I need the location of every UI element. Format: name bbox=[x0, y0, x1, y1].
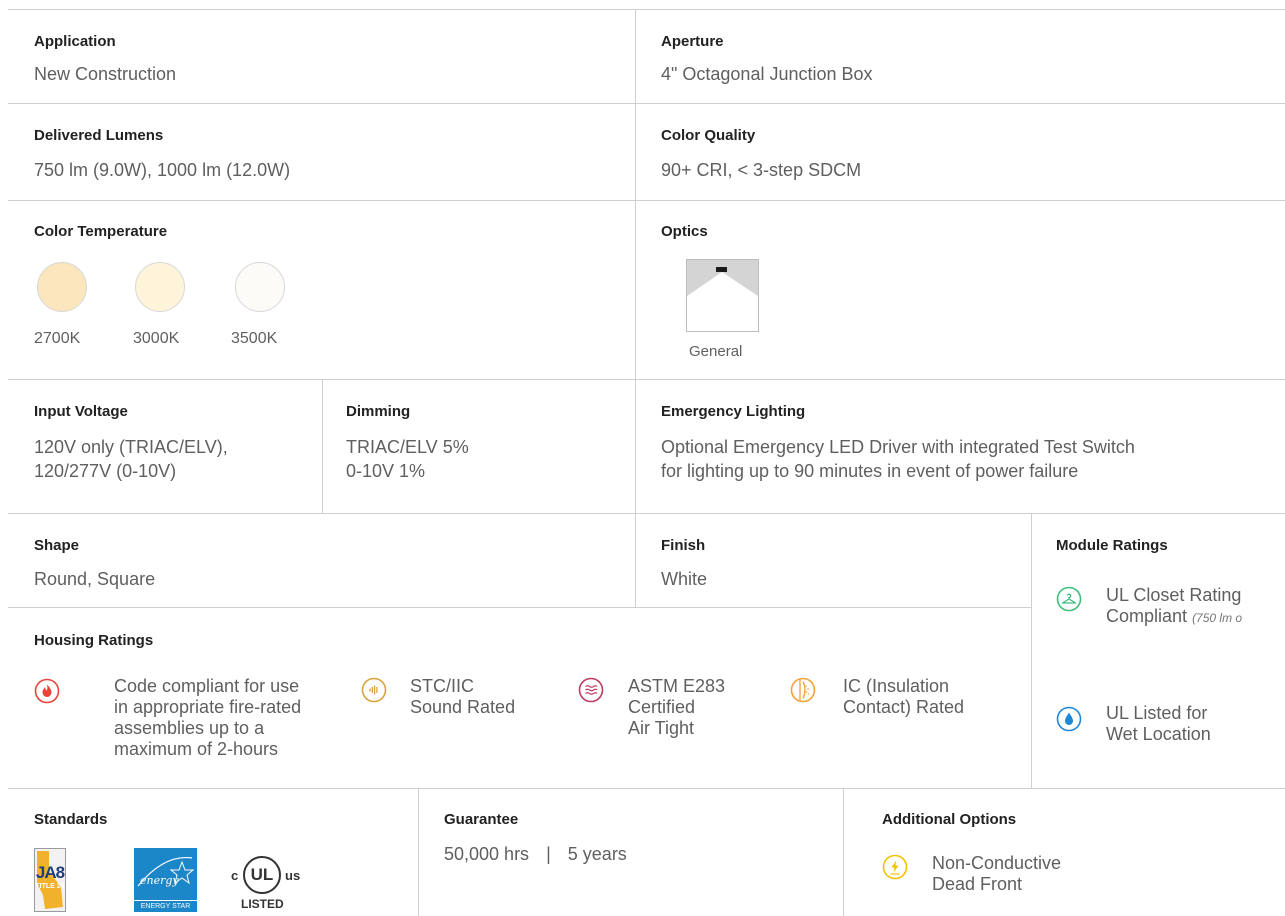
divider bbox=[8, 788, 1285, 789]
finish-label: Finish bbox=[661, 537, 706, 554]
wet-line2: Wet Location bbox=[1106, 724, 1211, 744]
ul-listed-logo: c UL us LISTED bbox=[231, 848, 315, 912]
divider bbox=[8, 103, 1285, 104]
energy-script: energy bbox=[140, 874, 179, 887]
aperture-label: Aperture bbox=[661, 33, 724, 50]
wet-line1: UL Listed for bbox=[1106, 703, 1208, 723]
swatch-label-2700k: 2700K bbox=[34, 330, 81, 347]
divider bbox=[8, 607, 1031, 608]
ul-listed-text: LISTED bbox=[241, 897, 284, 911]
optics-option-label: General bbox=[689, 343, 743, 360]
sound-line1: STC/IIC bbox=[410, 676, 475, 696]
shape-label: Shape bbox=[34, 537, 80, 554]
insulation-icon bbox=[790, 677, 816, 703]
closet-line2: Compliant (750 lm o bbox=[1106, 606, 1242, 629]
aperture-value: 4" Octagonal Junction Box bbox=[661, 64, 873, 84]
application-label: Application bbox=[34, 33, 116, 50]
energy-star-text: ENERGY STAR bbox=[134, 900, 197, 910]
divider bbox=[635, 9, 636, 608]
swatch-3500k[interactable] bbox=[235, 262, 285, 312]
fire-line2: in appropriate fire-rated bbox=[114, 697, 302, 717]
dimming-line2: 0-10V 1% bbox=[346, 461, 426, 481]
closet-line1: UL Closet Rating bbox=[1106, 585, 1242, 605]
sound-line2: Sound Rated bbox=[410, 697, 516, 717]
lumens-label: Delivered Lumens bbox=[34, 127, 164, 144]
divider bbox=[843, 789, 844, 916]
guarantee-hours: 50,000 hrs bbox=[444, 844, 530, 864]
divider bbox=[8, 9, 1285, 10]
air-icon bbox=[578, 677, 604, 703]
title24-text: TITLE 24 bbox=[35, 883, 65, 890]
dimming-label: Dimming bbox=[346, 403, 411, 420]
swatch-label-3000k: 3000K bbox=[133, 330, 180, 347]
emergency-line1: Optional Emergency LED Driver with integ… bbox=[661, 437, 1135, 457]
energy-star-logo: energy ENERGY STAR bbox=[134, 848, 197, 912]
hanger-icon bbox=[1056, 586, 1082, 612]
color-quality-value: 90+ CRI, < 3-step SDCM bbox=[661, 160, 862, 180]
ul-us: us bbox=[285, 868, 301, 883]
swatch-2700k[interactable] bbox=[37, 262, 87, 312]
sound-icon bbox=[361, 677, 387, 703]
optics-label: Optics bbox=[661, 223, 708, 240]
input-voltage-line2: 120/277V (0-10V) bbox=[34, 461, 177, 481]
guarantee-value: 50,000 hrs | 5 years bbox=[444, 842, 627, 866]
standards-label: Standards bbox=[34, 811, 108, 828]
fire-line3: assemblies up to a bbox=[114, 718, 265, 738]
flame-icon bbox=[34, 678, 60, 704]
closet-line2-text: Compliant bbox=[1106, 606, 1188, 626]
color-quality-label: Color Quality bbox=[661, 127, 756, 144]
finish-value: White bbox=[661, 569, 708, 589]
emergency-label: Emergency Lighting bbox=[661, 403, 806, 420]
divider bbox=[322, 380, 323, 513]
optics-general-icon[interactable] bbox=[686, 259, 759, 332]
ic-line2: Contact) Rated bbox=[843, 697, 965, 717]
color-temperature-label: Color Temperature bbox=[34, 223, 168, 240]
fire-line4: maximum of 2-hours bbox=[114, 739, 279, 759]
divider bbox=[1031, 514, 1032, 788]
divider bbox=[8, 200, 1285, 201]
ul-circle: UL bbox=[243, 856, 281, 894]
ul-c: c bbox=[231, 868, 239, 883]
ja8-title24-logo: JA8 TITLE 24 bbox=[34, 848, 66, 912]
air-line3: Air Tight bbox=[628, 718, 695, 738]
guarantee-label: Guarantee bbox=[444, 811, 519, 828]
guarantee-separator: | bbox=[546, 844, 551, 864]
additional-options-label: Additional Options bbox=[882, 811, 1017, 828]
input-voltage-label: Input Voltage bbox=[34, 403, 128, 420]
lightning-icon bbox=[882, 854, 908, 880]
divider bbox=[8, 379, 1285, 380]
water-drop-icon bbox=[1056, 706, 1082, 732]
ul-mark: UL bbox=[250, 865, 274, 884]
guarantee-years: 5 years bbox=[567, 844, 627, 864]
air-line2: Certified bbox=[628, 697, 696, 717]
lumens-value: 750 lm (9.0W), 1000 lm (12.0W) bbox=[34, 160, 291, 180]
closet-note: (750 lm o bbox=[1192, 611, 1243, 625]
module-ratings-label: Module Ratings bbox=[1056, 537, 1168, 554]
emergency-line2: for lighting up to 90 minutes in event o… bbox=[661, 461, 1079, 481]
application-value: New Construction bbox=[34, 64, 177, 84]
additional-line1: Non-Conductive bbox=[932, 853, 1062, 873]
air-line1: ASTM E283 bbox=[628, 676, 726, 696]
ic-line1: IC (Insulation bbox=[843, 676, 950, 696]
ja8-text: JA8 bbox=[35, 863, 65, 882]
swatch-label-3500k: 3500K bbox=[231, 330, 278, 347]
swatch-3000k[interactable] bbox=[135, 262, 185, 312]
input-voltage-line1: 120V only (TRIAC/ELV), bbox=[34, 437, 228, 457]
fire-line1: Code compliant for use bbox=[114, 676, 300, 696]
divider bbox=[418, 789, 419, 916]
dimming-line1: TRIAC/ELV 5% bbox=[346, 437, 469, 457]
shape-value: Round, Square bbox=[34, 569, 156, 589]
divider bbox=[8, 513, 1285, 514]
housing-ratings-label: Housing Ratings bbox=[34, 632, 154, 649]
additional-line2: Dead Front bbox=[932, 874, 1023, 894]
